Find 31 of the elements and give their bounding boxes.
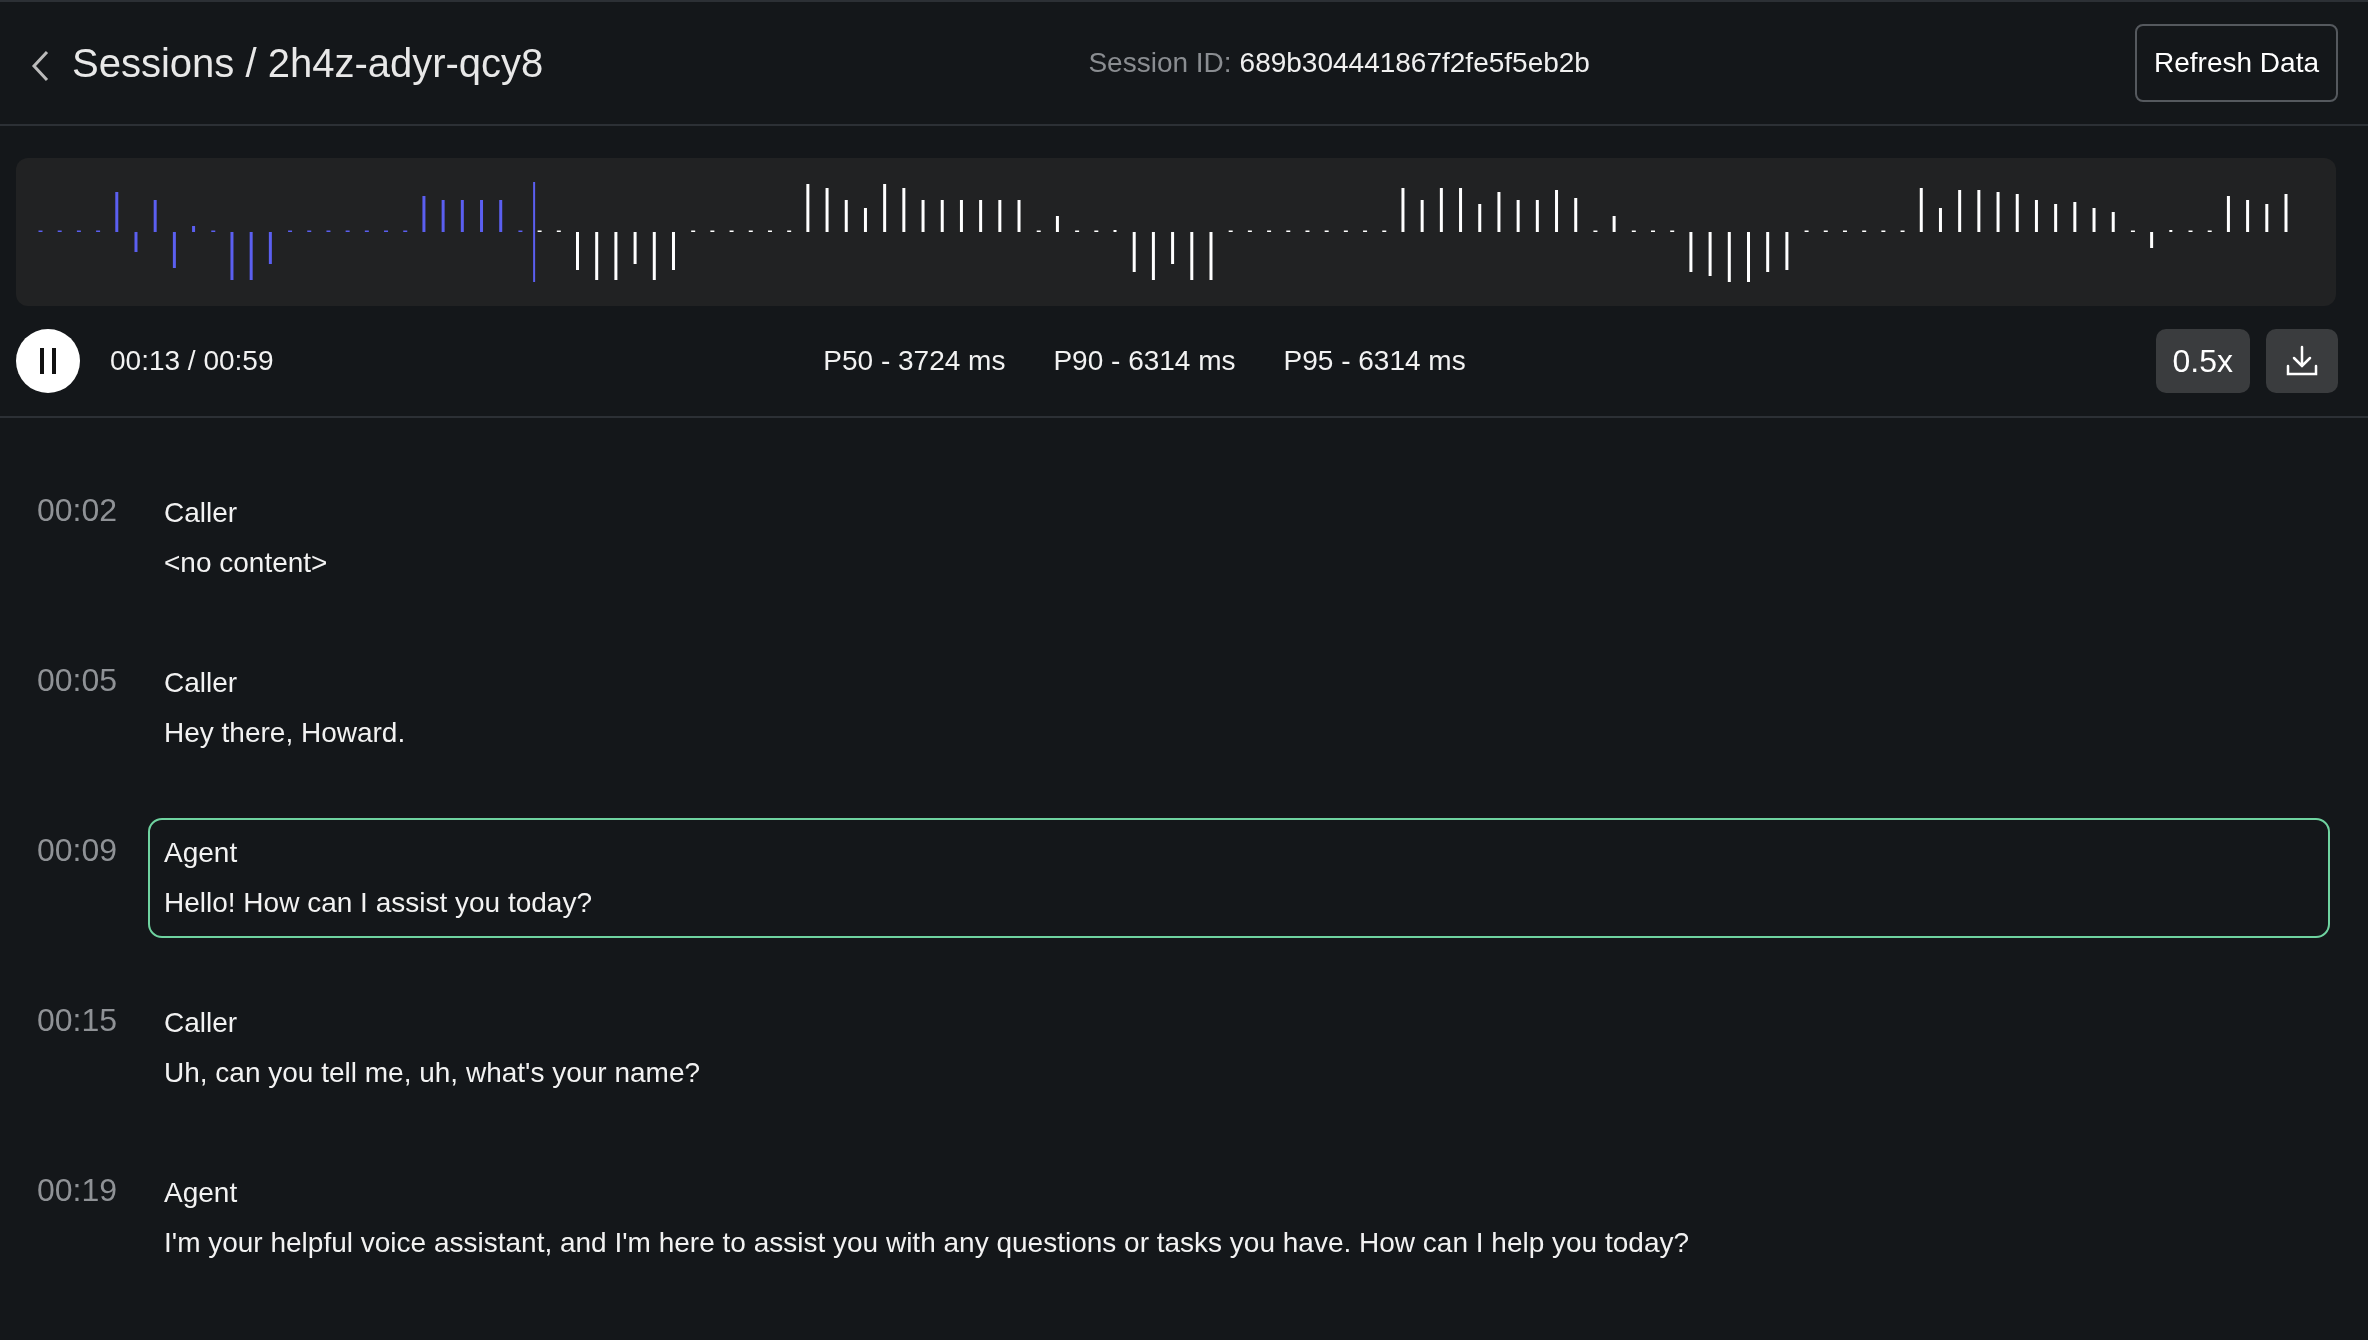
timestamp: 00:19 (35, 1171, 118, 1210)
download-icon (2285, 344, 2319, 378)
speaker-name: Caller (164, 496, 239, 530)
message-text: Hello! How can I assist you today? (164, 886, 593, 920)
download-button[interactable] (2266, 329, 2338, 393)
playback-time: 00:13 / 00:59 (110, 344, 274, 378)
playhead[interactable] (533, 182, 536, 282)
speaker-name: Agent (164, 1176, 239, 1210)
speaker-name: Agent (164, 836, 239, 870)
timestamp: 00:05 (35, 661, 118, 700)
latency-stat: P95 - 6314 ms (1283, 344, 1466, 378)
waveform[interactable] (16, 158, 2336, 306)
message-text: Hey there, Howard. (164, 716, 407, 750)
timestamp: 00:15 (35, 1001, 118, 1040)
message-text: I'm your helpful voice assistant, and I'm here to assist you with any questions or tasks you have. How can I help you today? (164, 1226, 1691, 1260)
refresh-button[interactable]: Refresh Data (2135, 24, 2338, 102)
chevron-left-icon (31, 50, 49, 83)
pause-icon (39, 348, 57, 374)
page-title: Sessions / 2h4z-adyr-qcy8 (72, 40, 544, 87)
timestamp: 00:02 (35, 491, 118, 530)
speaker-name: Caller (164, 666, 239, 700)
timestamp: 00:09 (35, 831, 118, 870)
session-id-label: Session ID: (1088, 46, 1232, 80)
speed-button[interactable]: 0.5x (2155, 329, 2250, 393)
latency-stat: P50 - 3724 ms (823, 344, 1006, 378)
message-text: Uh, can you tell me, uh, what's your name? (164, 1056, 702, 1090)
latency-stat: P90 - 6314 ms (1053, 344, 1236, 378)
speaker-name: Caller (164, 1006, 239, 1040)
message-highlight[interactable]: Agent Hello! How can I assist you today? (148, 818, 2330, 938)
message-text: <no content> (164, 546, 329, 580)
session-id: 689b304441867f2fe5f5eb2b (1239, 46, 1590, 80)
